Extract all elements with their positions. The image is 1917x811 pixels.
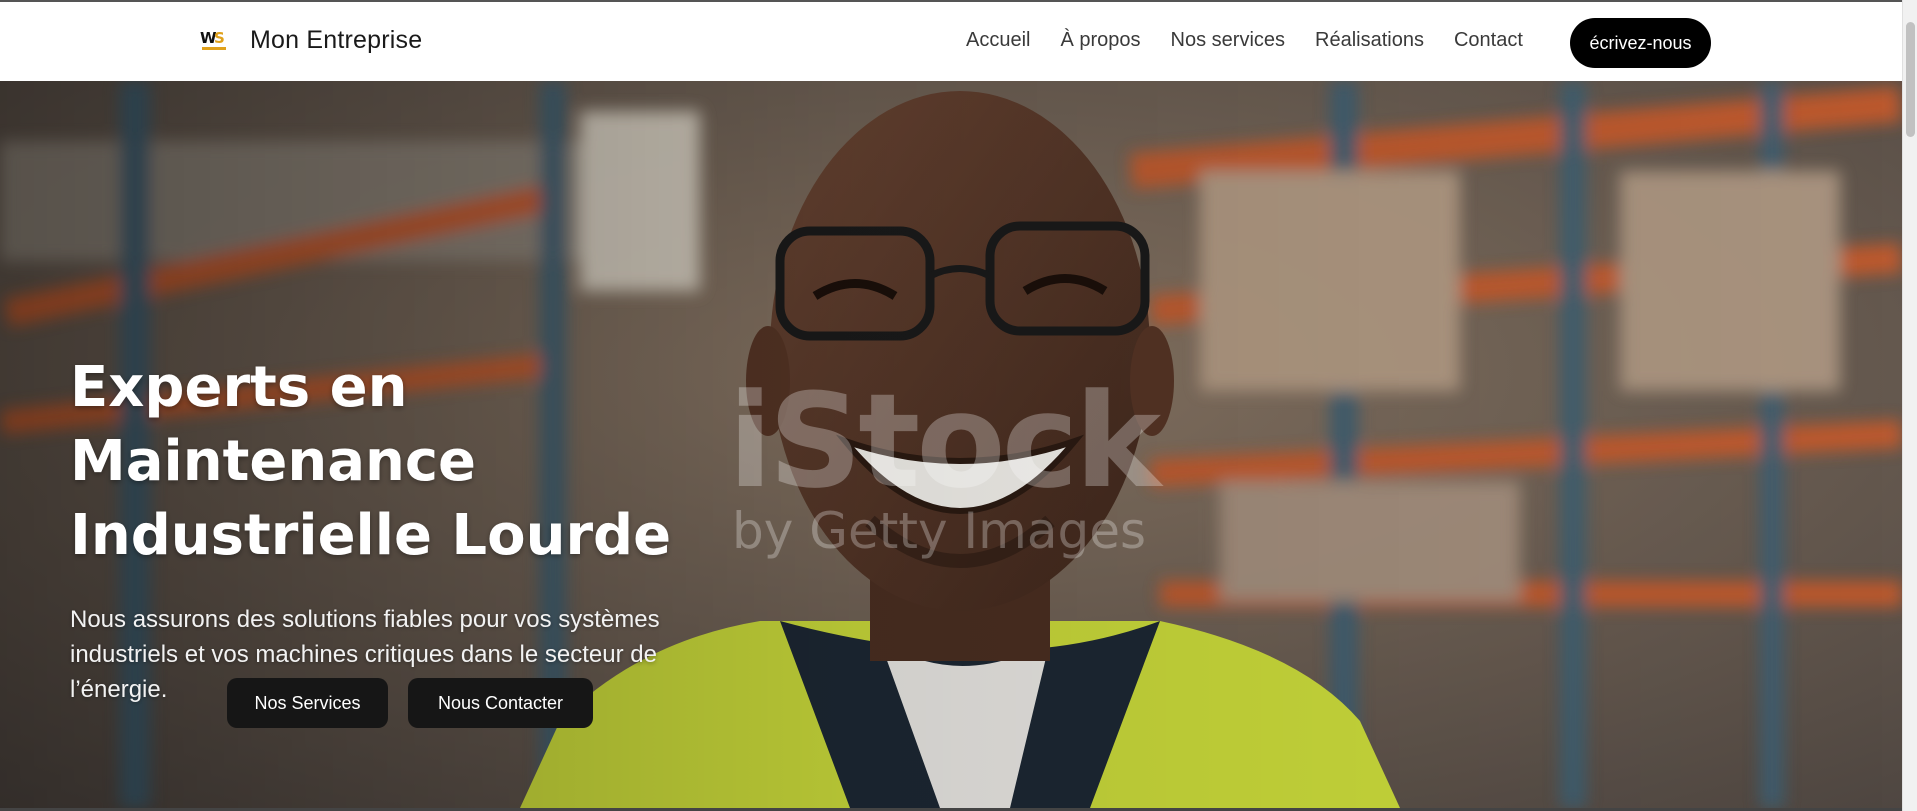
hero-title: Experts en Maintenance Industrielle Lour… <box>70 355 672 568</box>
brand-name: Mon Entreprise <box>250 26 423 54</box>
main-nav: Accueil À propos Nos services Réalisatio… <box>966 29 1553 52</box>
page-scrollbar[interactable] <box>1902 0 1917 811</box>
nav-contact[interactable]: Contact <box>1454 29 1523 52</box>
svg-text:S: S <box>214 29 225 47</box>
watermark-sub: by Getty Images <box>732 502 1147 560</box>
hero-subtitle: Nous assurons des solutions fiables pour… <box>70 606 660 703</box>
nous-contacter-button[interactable]: Nous Contacter <box>408 678 593 728</box>
site-header: W S Mon Entreprise Accueil À propos Nos … <box>0 0 1902 81</box>
scrollbar-thumb[interactable] <box>1906 22 1915 137</box>
watermark-main: iStock <box>728 365 1161 517</box>
nos-services-button[interactable]: Nos Services <box>227 678 388 728</box>
ws-logo-icon: W S <box>200 27 230 55</box>
nav-a-propos[interactable]: À propos <box>1060 29 1140 52</box>
nav-accueil[interactable]: Accueil <box>966 29 1030 52</box>
brand[interactable]: W S Mon Entreprise <box>200 26 422 55</box>
ecrivez-nous-button[interactable]: écrivez-nous <box>1570 18 1711 68</box>
istock-watermark: iStock by Getty Images <box>728 365 1161 561</box>
nav-realisations[interactable]: Réalisations <box>1315 29 1424 52</box>
nav-nos-services[interactable]: Nos services <box>1171 29 1285 52</box>
